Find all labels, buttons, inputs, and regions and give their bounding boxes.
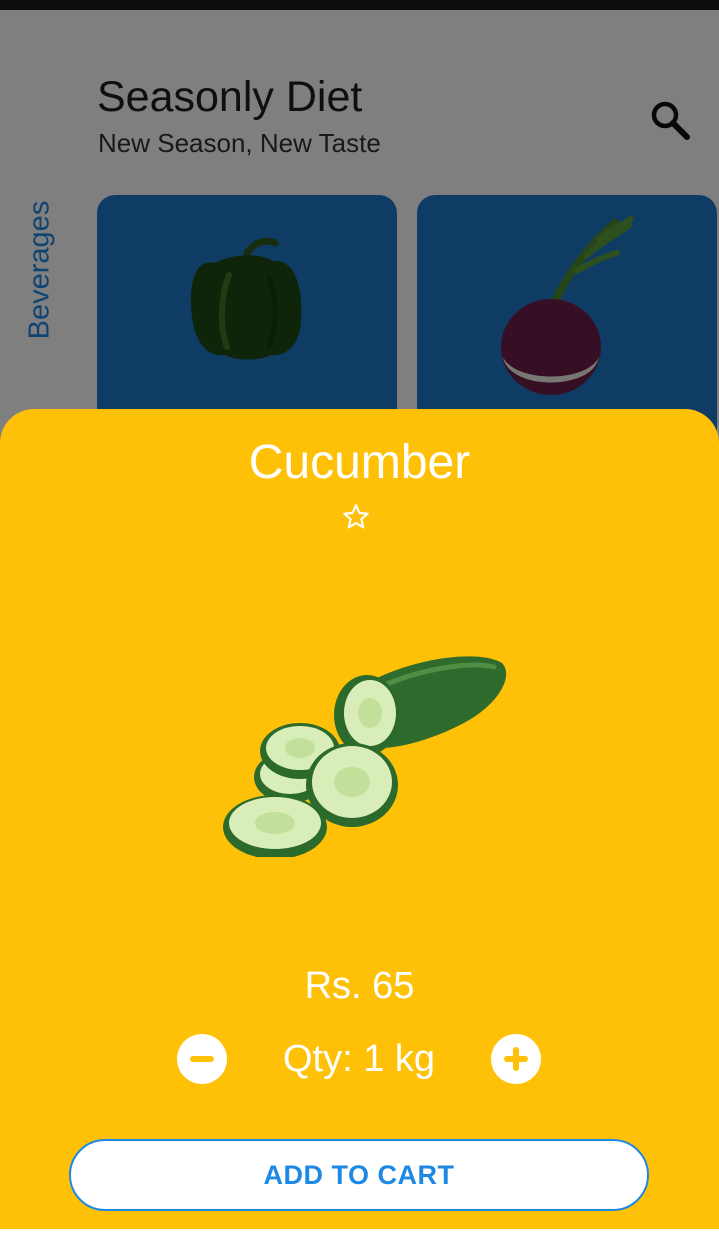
product-detail-sheet: Cucumber Rs. 65 Qty: 1 kg ADD TO CART: [0, 409, 719, 1229]
decrease-quantity-button[interactable]: [177, 1034, 227, 1084]
quantity-label: Qty: 1 kg: [282, 1038, 436, 1080]
quantity-stepper: Qty: 1 kg: [0, 1031, 719, 1087]
increase-quantity-button[interactable]: [491, 1034, 541, 1084]
product-price: Rs. 65: [304, 965, 415, 1007]
favorite-button[interactable]: [340, 501, 372, 533]
cucumber-image: [223, 656, 507, 857]
add-to-cart-button[interactable]: ADD TO CART: [69, 1139, 649, 1211]
product-name: Cucumber: [248, 436, 471, 489]
star-outline-icon: [343, 504, 369, 529]
